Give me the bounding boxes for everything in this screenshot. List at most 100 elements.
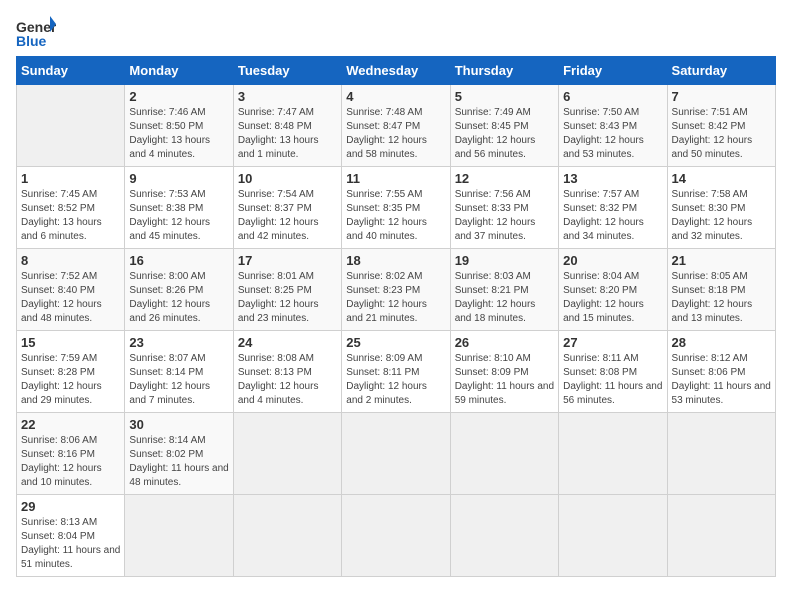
sunset-text: Sunset: 8:48 PM xyxy=(238,121,312,132)
dow-tuesday: Tuesday xyxy=(233,57,341,85)
dow-wednesday: Wednesday xyxy=(342,57,450,85)
cell-content: Sunrise: 8:01 AM Sunset: 8:25 PM Dayligh… xyxy=(238,270,337,326)
cell-content: Sunrise: 8:08 AM Sunset: 8:13 PM Dayligh… xyxy=(238,352,337,408)
daylight-text: Daylight: 12 hours and 23 minutes. xyxy=(238,299,319,324)
day-number: 24 xyxy=(238,335,337,350)
daylight-text: Daylight: 12 hours and 10 minutes. xyxy=(21,463,102,488)
day-number: 10 xyxy=(238,171,337,186)
calendar-cell xyxy=(450,495,558,577)
cell-content: Sunrise: 8:02 AM Sunset: 8:23 PM Dayligh… xyxy=(346,270,445,326)
sunset-text: Sunset: 8:45 PM xyxy=(455,121,529,132)
day-number: 6 xyxy=(563,89,662,104)
day-number: 8 xyxy=(21,253,120,268)
cell-content: Sunrise: 7:57 AM Sunset: 8:32 PM Dayligh… xyxy=(563,188,662,244)
calendar-week-3: 15 Sunrise: 7:59 AM Sunset: 8:28 PM Dayl… xyxy=(17,331,776,413)
logo-icon: General Blue xyxy=(16,16,56,52)
calendar-cell: 11 Sunrise: 7:55 AM Sunset: 8:35 PM Dayl… xyxy=(342,167,450,249)
sunrise-text: Sunrise: 8:03 AM xyxy=(455,271,531,282)
calendar-cell: 29 Sunrise: 8:13 AM Sunset: 8:04 PM Dayl… xyxy=(17,495,125,577)
calendar-cell: 12 Sunrise: 7:56 AM Sunset: 8:33 PM Dayl… xyxy=(450,167,558,249)
cell-content: Sunrise: 7:51 AM Sunset: 8:42 PM Dayligh… xyxy=(672,106,771,162)
sunset-text: Sunset: 8:28 PM xyxy=(21,367,95,378)
logo: General Blue xyxy=(16,16,56,52)
dow-saturday: Saturday xyxy=(667,57,775,85)
cell-content: Sunrise: 8:11 AM Sunset: 8:08 PM Dayligh… xyxy=(563,352,662,408)
day-number: 2 xyxy=(129,89,228,104)
daylight-text: Daylight: 12 hours and 32 minutes. xyxy=(672,217,753,242)
daylight-text: Daylight: 12 hours and 56 minutes. xyxy=(455,135,536,160)
daylight-text: Daylight: 12 hours and 37 minutes. xyxy=(455,217,536,242)
sunrise-text: Sunrise: 7:50 AM xyxy=(563,107,639,118)
sunrise-text: Sunrise: 7:51 AM xyxy=(672,107,748,118)
cell-content: Sunrise: 7:53 AM Sunset: 8:38 PM Dayligh… xyxy=(129,188,228,244)
daylight-text: Daylight: 12 hours and 13 minutes. xyxy=(672,299,753,324)
daylight-text: Daylight: 12 hours and 58 minutes. xyxy=(346,135,427,160)
sunset-text: Sunset: 8:25 PM xyxy=(238,285,312,296)
calendar-week-0: 2 Sunrise: 7:46 AM Sunset: 8:50 PM Dayli… xyxy=(17,85,776,167)
dow-monday: Monday xyxy=(125,57,233,85)
svg-text:Blue: Blue xyxy=(16,33,47,49)
cell-content: Sunrise: 8:12 AM Sunset: 8:06 PM Dayligh… xyxy=(672,352,771,408)
daylight-text: Daylight: 12 hours and 53 minutes. xyxy=(563,135,644,160)
day-of-week-header: SundayMondayTuesdayWednesdayThursdayFrid… xyxy=(17,57,776,85)
cell-content: Sunrise: 7:45 AM Sunset: 8:52 PM Dayligh… xyxy=(21,188,120,244)
daylight-text: Daylight: 13 hours and 6 minutes. xyxy=(21,217,102,242)
calendar-cell xyxy=(450,413,558,495)
calendar-cell: 30 Sunrise: 8:14 AM Sunset: 8:02 PM Dayl… xyxy=(125,413,233,495)
daylight-text: Daylight: 11 hours and 51 minutes. xyxy=(21,545,120,570)
cell-content: Sunrise: 7:52 AM Sunset: 8:40 PM Dayligh… xyxy=(21,270,120,326)
calendar-cell: 21 Sunrise: 8:05 AM Sunset: 8:18 PM Dayl… xyxy=(667,249,775,331)
day-number: 22 xyxy=(21,417,120,432)
sunrise-text: Sunrise: 8:11 AM xyxy=(563,353,638,364)
daylight-text: Daylight: 12 hours and 50 minutes. xyxy=(672,135,753,160)
sunrise-text: Sunrise: 8:14 AM xyxy=(129,435,205,446)
cell-content: Sunrise: 8:03 AM Sunset: 8:21 PM Dayligh… xyxy=(455,270,554,326)
cell-content: Sunrise: 8:09 AM Sunset: 8:11 PM Dayligh… xyxy=(346,352,445,408)
cell-content: Sunrise: 8:05 AM Sunset: 8:18 PM Dayligh… xyxy=(672,270,771,326)
cell-content: Sunrise: 7:50 AM Sunset: 8:43 PM Dayligh… xyxy=(563,106,662,162)
cell-content: Sunrise: 7:56 AM Sunset: 8:33 PM Dayligh… xyxy=(455,188,554,244)
day-number: 18 xyxy=(346,253,445,268)
sunrise-text: Sunrise: 7:59 AM xyxy=(21,353,97,364)
daylight-text: Daylight: 12 hours and 34 minutes. xyxy=(563,217,644,242)
sunrise-text: Sunrise: 8:05 AM xyxy=(672,271,748,282)
day-number: 4 xyxy=(346,89,445,104)
day-number: 26 xyxy=(455,335,554,350)
header: General Blue xyxy=(16,16,776,52)
sunset-text: Sunset: 8:32 PM xyxy=(563,203,637,214)
sunrise-text: Sunrise: 7:45 AM xyxy=(21,189,97,200)
daylight-text: Daylight: 13 hours and 4 minutes. xyxy=(129,135,210,160)
sunrise-text: Sunrise: 8:13 AM xyxy=(21,517,97,528)
sunset-text: Sunset: 8:16 PM xyxy=(21,449,95,460)
calendar-cell: 25 Sunrise: 8:09 AM Sunset: 8:11 PM Dayl… xyxy=(342,331,450,413)
day-number: 27 xyxy=(563,335,662,350)
calendar-cell: 18 Sunrise: 8:02 AM Sunset: 8:23 PM Dayl… xyxy=(342,249,450,331)
calendar-week-1: 1 Sunrise: 7:45 AM Sunset: 8:52 PM Dayli… xyxy=(17,167,776,249)
day-number: 3 xyxy=(238,89,337,104)
calendar-cell: 8 Sunrise: 7:52 AM Sunset: 8:40 PM Dayli… xyxy=(17,249,125,331)
daylight-text: Daylight: 12 hours and 29 minutes. xyxy=(21,381,102,406)
day-number: 13 xyxy=(563,171,662,186)
day-number: 17 xyxy=(238,253,337,268)
sunrise-text: Sunrise: 7:56 AM xyxy=(455,189,531,200)
calendar-cell: 4 Sunrise: 7:48 AM Sunset: 8:47 PM Dayli… xyxy=(342,85,450,167)
calendar-week-4: 22 Sunrise: 8:06 AM Sunset: 8:16 PM Dayl… xyxy=(17,413,776,495)
daylight-text: Daylight: 11 hours and 48 minutes. xyxy=(129,463,228,488)
day-number: 11 xyxy=(346,171,445,186)
sunset-text: Sunset: 8:38 PM xyxy=(129,203,203,214)
calendar-cell: 28 Sunrise: 8:12 AM Sunset: 8:06 PM Dayl… xyxy=(667,331,775,413)
day-number: 7 xyxy=(672,89,771,104)
sunrise-text: Sunrise: 8:07 AM xyxy=(129,353,205,364)
cell-content: Sunrise: 7:58 AM Sunset: 8:30 PM Dayligh… xyxy=(672,188,771,244)
day-number: 14 xyxy=(672,171,771,186)
daylight-text: Daylight: 11 hours and 53 minutes. xyxy=(672,381,771,406)
sunset-text: Sunset: 8:43 PM xyxy=(563,121,637,132)
calendar-cell: 19 Sunrise: 8:03 AM Sunset: 8:21 PM Dayl… xyxy=(450,249,558,331)
calendar-cell: 24 Sunrise: 8:08 AM Sunset: 8:13 PM Dayl… xyxy=(233,331,341,413)
sunrise-text: Sunrise: 8:12 AM xyxy=(672,353,748,364)
dow-friday: Friday xyxy=(559,57,667,85)
calendar-cell: 15 Sunrise: 7:59 AM Sunset: 8:28 PM Dayl… xyxy=(17,331,125,413)
day-number: 23 xyxy=(129,335,228,350)
sunrise-text: Sunrise: 8:02 AM xyxy=(346,271,422,282)
calendar-cell xyxy=(667,495,775,577)
